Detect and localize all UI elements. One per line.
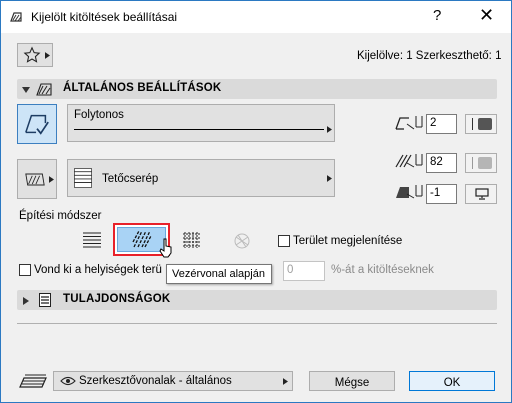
pen-icon (415, 154, 423, 166)
subtract-suffix: %-át a kitöltéseknek (331, 264, 434, 276)
layer-label: Szerkesztővonalak - általános (79, 375, 232, 387)
layer-dropdown[interactable]: Szerkesztővonalak - általános (53, 371, 293, 391)
monitor-icon (475, 188, 489, 200)
eye-icon (60, 376, 76, 386)
fill-pen-icon (395, 154, 415, 168)
properties-header[interactable]: TULAJDONSÁGOK (17, 290, 497, 310)
layer-icon (19, 374, 47, 388)
pen-icon (415, 185, 423, 197)
roof-tile-pattern-icon (74, 168, 92, 188)
arrow-right-icon (327, 175, 332, 182)
fill-frame-button[interactable] (17, 104, 57, 144)
collapse-arrow-icon (22, 87, 30, 93)
contour-pen-color[interactable] (465, 114, 497, 134)
guideline-fill-icon (132, 230, 152, 248)
ok-label: OK (443, 377, 461, 389)
simple-fill-method-icon[interactable] (83, 232, 101, 248)
fill-type-label: Tetőcserép (102, 173, 159, 185)
arrow-right-icon (45, 52, 50, 59)
arrow-right-icon (49, 176, 54, 183)
pen-divider (472, 118, 473, 130)
arrow-right-icon (283, 378, 288, 385)
ok-button[interactable]: OK (409, 371, 495, 391)
arrow-right-icon (327, 126, 332, 133)
contour-pen-input[interactable]: 2 (426, 114, 457, 134)
background-pen-color[interactable] (465, 184, 497, 204)
subtract-checkbox[interactable] (19, 264, 31, 276)
background-pen-icon (396, 187, 415, 199)
star-icon (23, 46, 41, 63)
selection-info: Kijelölve: 1 Szerkeszthető: 1 (357, 50, 502, 62)
construction-method-label: Építési módszer (19, 210, 102, 222)
line-type-dropdown[interactable]: Folytonos (67, 104, 335, 142)
pen-divider (472, 157, 473, 169)
fill-section-icon (36, 83, 52, 96)
general-settings-title: ÁLTALÁNOS BEÁLLÍTÁSOK (63, 82, 222, 94)
subtract-percent-input[interactable]: 0 (283, 261, 325, 281)
pen-color-swatch (478, 118, 492, 130)
fill-pattern-icon (25, 173, 45, 186)
favorites-button[interactable] (17, 43, 53, 67)
line-type-label: Folytonos (74, 109, 124, 121)
mouse-cursor-icon (159, 238, 172, 258)
distorted-fill-method-icon[interactable] (183, 232, 201, 248)
window-title: Kijelölt kitöltések beállításai (31, 10, 178, 24)
pen-icon (415, 116, 423, 128)
pen-color-swatch (478, 157, 492, 169)
show-area-checkbox[interactable] (278, 235, 290, 247)
line-type-preview (74, 129, 324, 130)
properties-title: TULAJDONSÁGOK (63, 293, 171, 305)
background-pen-input[interactable]: -1 (426, 184, 457, 204)
properties-icon (39, 293, 51, 307)
title-bar: Kijelölt kitöltések beállításai ? ✕ (1, 1, 511, 33)
cancel-label: Mégse (334, 377, 370, 389)
close-button[interactable]: ✕ (479, 5, 494, 26)
contour-pen-icon (395, 117, 415, 130)
footer-separator (17, 323, 497, 324)
fill-category-button[interactable] (17, 159, 57, 199)
dialog-window: Kijelölt kitöltések beállításai ? ✕ Kije… (0, 0, 512, 403)
help-button[interactable]: ? (433, 7, 441, 24)
subtract-label: Vond ki a helyiségek terü (34, 264, 162, 276)
contour-check-icon (25, 114, 49, 135)
fill-pen-input[interactable]: 82 (426, 153, 457, 173)
guideline-tooltip: Vezérvonal alapján (166, 264, 272, 284)
show-area-label: Terület megjelenítése (293, 235, 403, 247)
general-settings-header[interactable]: ÁLTALÁNOS BEÁLLÍTÁSOK (17, 79, 497, 99)
cancel-button[interactable]: Mégse (309, 371, 395, 391)
fill-pen-color[interactable] (465, 153, 497, 173)
fill-type-dropdown[interactable]: Tetőcserép (67, 159, 335, 197)
fill-settings-icon (10, 12, 22, 22)
expand-arrow-icon (23, 297, 29, 305)
radial-fill-method-icon (234, 233, 250, 249)
